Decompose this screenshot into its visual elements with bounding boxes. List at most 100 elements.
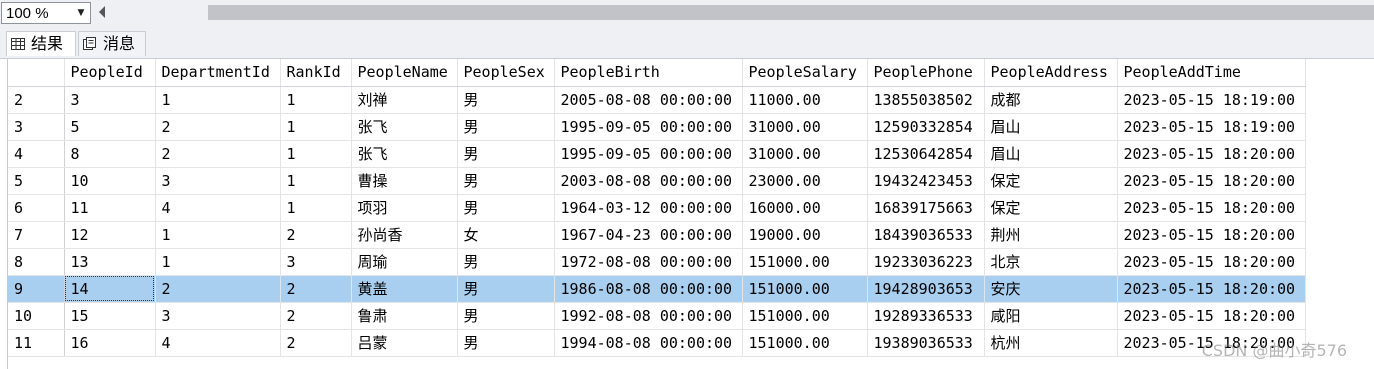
grid-cell-peoplephone[interactable]: 19432423453 [867, 167, 985, 195]
grid-cell-peopleaddress[interactable]: 保定 [984, 194, 1118, 222]
row-number[interactable]: 7 [8, 221, 65, 249]
grid-cell-peoplesalary[interactable]: 11000.00 [742, 86, 868, 114]
grid-cell-peoplebirth[interactable]: 2003-08-08 00:00:00 [554, 167, 743, 195]
grid-cell-peoplephone[interactable]: 19233036223 [867, 248, 985, 276]
grid-cell-peoplesex[interactable]: 男 [457, 140, 555, 168]
grid-cell-peoplephone[interactable]: 19389036533 [867, 329, 985, 357]
grid-cell-peopleaddress[interactable]: 眉山 [984, 140, 1118, 168]
table-row[interactable]: 3 5 2 1 张飞男 1995-09-05 00:00:00 31000.00 125903… [8, 113, 1306, 141]
grid-cell-peoplesex[interactable]: 男 [457, 302, 555, 330]
row-number[interactable]: 6 [8, 194, 65, 222]
column-header[interactable]: PeoplePhone [867, 59, 985, 87]
grid-cell-peoplename[interactable]: 项羽 [351, 194, 458, 222]
grid-cell-peopleid[interactable]: 8 [64, 140, 156, 168]
grid-cell-peoplename[interactable]: 周瑜 [351, 248, 458, 276]
grid-cell-peopleaddtime[interactable]: 2023-05-15 18:20:00 [1117, 302, 1306, 330]
grid-cell-peoplesex[interactable]: 男 [457, 113, 555, 141]
table-row[interactable]: 2 3 1 1 刘禅男 2005-08-08 00:00:00 11000.00 138550… [8, 86, 1306, 114]
grid-cell-rankid[interactable]: 1 [280, 113, 352, 141]
grid-cell-peoplebirth[interactable]: 1967-04-23 00:00:00 [554, 221, 743, 249]
grid-cell-peoplesex[interactable]: 男 [457, 329, 555, 357]
grid-cell-departmentid[interactable]: 4 [155, 329, 281, 357]
column-header[interactable]: RankId [280, 59, 352, 87]
grid-cell-peopleid[interactable]: 14 [64, 275, 156, 303]
column-header[interactable]: PeopleId [64, 59, 156, 87]
grid-cell-peoplename[interactable]: 张飞 [351, 140, 458, 168]
grid-cell-peopleaddtime[interactable]: 2023-05-15 18:20:00 [1117, 275, 1306, 303]
grid-cell-peoplesalary[interactable]: 16000.00 [742, 194, 868, 222]
column-header[interactable]: DepartmentId [155, 59, 281, 87]
table-row[interactable]: 11 16 4 2 吕蒙男 1994-08-08 00:00:00 151000.00 193… [8, 329, 1306, 357]
scroll-left-arrow-icon[interactable] [99, 6, 105, 18]
grid-cell-rankid[interactable]: 1 [280, 140, 352, 168]
grid-cell-peopleaddtime[interactable]: 2023-05-15 18:20:00 [1117, 167, 1306, 195]
grid-cell-peopleaddress[interactable]: 成都 [984, 86, 1118, 114]
table-row[interactable]: 6 11 4 1 项羽男 1964-03-12 00:00:00 16000.00 16839… [8, 194, 1306, 222]
grid-cell-peopleaddtime[interactable]: 2023-05-15 18:20:00 [1117, 194, 1306, 222]
grid-cell-peoplesalary[interactable]: 151000.00 [742, 248, 868, 276]
grid-cell-departmentid[interactable]: 1 [155, 221, 281, 249]
grid-cell-peopleaddtime[interactable]: 2023-05-15 18:20:00 [1117, 221, 1306, 249]
grid-cell-peoplesalary[interactable]: 151000.00 [742, 329, 868, 357]
grid-cell-rankid[interactable]: 3 [280, 248, 352, 276]
grid-cell-peopleid[interactable]: 12 [64, 221, 156, 249]
grid-cell-departmentid[interactable]: 2 [155, 140, 281, 168]
grid-cell-rankid[interactable]: 1 [280, 86, 352, 114]
grid-cell-peopleaddtime[interactable]: 2023-05-15 18:19:00 [1117, 113, 1306, 141]
grid-cell-peoplephone[interactable]: 18439036533 [867, 221, 985, 249]
grid-cell-peopleaddress[interactable]: 保定 [984, 167, 1118, 195]
column-header[interactable]: PeopleSex [457, 59, 555, 87]
grid-cell-peoplephone[interactable]: 19289336533 [867, 302, 985, 330]
tab-results[interactable]: 结果 [6, 31, 76, 56]
tab-messages[interactable]: 消息 [78, 31, 146, 56]
grid-cell-peopleid[interactable]: 11 [64, 194, 156, 222]
grid-cell-peoplesex[interactable]: 男 [457, 275, 555, 303]
grid-cell-departmentid[interactable]: 4 [155, 194, 281, 222]
column-header[interactable]: PeopleName [351, 59, 458, 87]
row-number[interactable]: 2 [8, 86, 65, 114]
grid-cell-rankid[interactable]: 2 [280, 329, 352, 357]
grid-cell-rankid[interactable]: 1 [280, 194, 352, 222]
grid-cell-peopleid[interactable]: 10 [64, 167, 156, 195]
grid-cell-rankid[interactable]: 2 [280, 221, 352, 249]
row-number[interactable]: 4 [8, 140, 65, 168]
grid-cell-peopleid[interactable]: 5 [64, 113, 156, 141]
row-number[interactable]: 10 [8, 302, 65, 330]
grid-cell-peoplephone[interactable]: 16839175663 [867, 194, 985, 222]
grid-cell-peoplephone[interactable]: 13855038502 [867, 86, 985, 114]
grid-cell-peoplename[interactable]: 孙尚香 [351, 221, 458, 249]
column-header[interactable]: PeopleAddTime [1117, 59, 1306, 87]
grid-cell-departmentid[interactable]: 2 [155, 113, 281, 141]
row-number[interactable]: 9 [8, 275, 65, 303]
grid-cell-peoplesex[interactable]: 女 [457, 221, 555, 249]
grid-cell-peopleaddtime[interactable]: 2023-05-15 18:20:00 [1117, 140, 1306, 168]
grid-cell-departmentid[interactable]: 3 [155, 302, 281, 330]
grid-cell-peoplephone[interactable]: 12590332854 [867, 113, 985, 141]
grid-cell-rankid[interactable]: 2 [280, 302, 352, 330]
grid-cell-peoplesalary[interactable]: 151000.00 [742, 302, 868, 330]
grid-cell-peoplebirth[interactable]: 1995-09-05 00:00:00 [554, 140, 743, 168]
grid-cell-peopleid[interactable]: 3 [64, 86, 156, 114]
grid-cell-peoplesex[interactable]: 男 [457, 194, 555, 222]
grid-cell-peoplebirth[interactable]: 1994-08-08 00:00:00 [554, 329, 743, 357]
grid-cell-peoplebirth[interactable]: 2005-08-08 00:00:00 [554, 86, 743, 114]
row-number[interactable]: 8 [8, 248, 65, 276]
grid-cell-peoplename[interactable]: 黄盖 [351, 275, 458, 303]
grid-cell-peopleaddress[interactable]: 眉山 [984, 113, 1118, 141]
grid-cell-peoplename[interactable]: 刘禅 [351, 86, 458, 114]
grid-cell-peoplename[interactable]: 吕蒙 [351, 329, 458, 357]
table-row[interactable]: 7 12 1 2 孙尚香女 1967-04-23 00:00:00 19000.00 1843… [8, 221, 1306, 249]
row-number[interactable]: 5 [8, 167, 65, 195]
results-grid[interactable]: PeopleId DepartmentId RankId PeopleName … [7, 59, 1374, 369]
grid-cell-peoplebirth[interactable]: 1995-09-05 00:00:00 [554, 113, 743, 141]
row-number[interactable]: 3 [8, 113, 65, 141]
table-row[interactable]: 4 8 2 1 张飞男 1995-09-05 00:00:00 31000.00 125306… [8, 140, 1306, 168]
grid-cell-peoplesex[interactable]: 男 [457, 86, 555, 114]
grid-cell-peoplebirth[interactable]: 1964-03-12 00:00:00 [554, 194, 743, 222]
table-row[interactable]: 9 14 2 2 黄盖男 1986-08-08 00:00:00 151000.00 1942… [8, 275, 1306, 303]
grid-cell-peopleid[interactable]: 13 [64, 248, 156, 276]
grid-cell-departmentid[interactable]: 1 [155, 248, 281, 276]
grid-cell-rankid[interactable]: 2 [280, 275, 352, 303]
grid-cell-peopleaddtime[interactable]: 2023-05-15 18:20:00 [1117, 248, 1306, 276]
grid-cell-peoplephone[interactable]: 19428903653 [867, 275, 985, 303]
